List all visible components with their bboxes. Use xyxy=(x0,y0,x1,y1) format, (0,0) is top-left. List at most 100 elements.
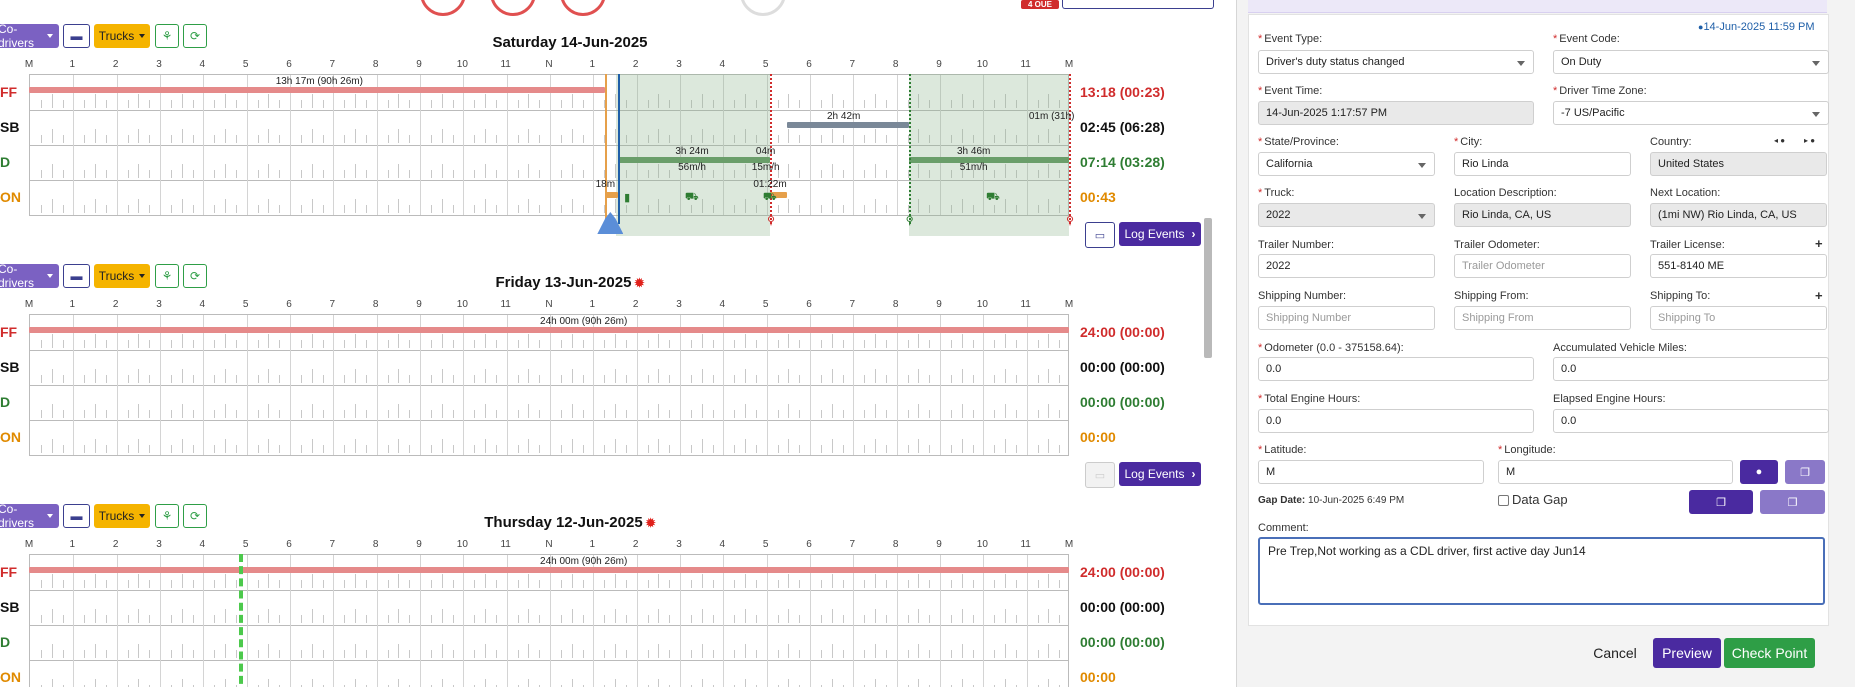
grid-tick xyxy=(528,164,530,178)
copy-from-button[interactable]: ❐ xyxy=(1689,490,1753,514)
grid-tick xyxy=(701,644,703,658)
add-shipping-icon[interactable]: + xyxy=(1815,288,1823,303)
grid-tick xyxy=(1015,580,1017,588)
add-trailer-icon[interactable]: + xyxy=(1815,236,1823,251)
location-description-field[interactable]: Rio Linda, CA, US xyxy=(1454,203,1631,227)
country-field[interactable]: United States xyxy=(1650,152,1827,176)
grid-tick xyxy=(539,135,541,143)
trailer-number-input[interactable]: 2022 xyxy=(1258,254,1435,278)
grid-tick xyxy=(918,404,920,418)
city-input[interactable]: Rio Linda xyxy=(1454,152,1631,176)
grid-tick xyxy=(268,334,270,348)
grid-tick xyxy=(105,410,107,418)
hour-label: 1 xyxy=(589,299,596,310)
grid-tick xyxy=(799,580,801,588)
grid-tick xyxy=(820,410,822,418)
accumulated-miles-input[interactable]: 0.0 xyxy=(1553,357,1829,381)
grid-tick xyxy=(300,100,302,108)
grid-tick xyxy=(604,375,606,383)
key-icon[interactable]: ⚲ xyxy=(1066,214,1074,227)
off-duty-bar[interactable] xyxy=(29,327,1069,333)
grid-tick xyxy=(225,439,226,453)
state-select[interactable]: California xyxy=(1258,152,1435,176)
truck-moving-icon[interactable]: ⛟ xyxy=(763,191,777,205)
scrollbar[interactable] xyxy=(1204,218,1212,358)
engine-hours-input[interactable]: 0.0 xyxy=(1258,409,1534,433)
grid-tick xyxy=(279,615,281,623)
event-time-field[interactable]: 14-Jun-2025 1:17:57 PM xyxy=(1258,101,1534,125)
grid-tick xyxy=(105,615,107,623)
odometer-input[interactable]: 0.0 xyxy=(1258,357,1534,381)
trailer-odometer-input[interactable]: Trailer Odometer xyxy=(1454,254,1631,278)
map-pin-button[interactable]: ● xyxy=(1740,460,1778,484)
grid-tick xyxy=(181,404,183,418)
grid-tick xyxy=(192,615,194,623)
grid-tick xyxy=(51,644,53,658)
off-duty-bar[interactable] xyxy=(29,87,606,93)
truck-moving-icon[interactable]: ⛟ xyxy=(685,191,699,205)
truck-select[interactable]: 2022 xyxy=(1258,203,1435,227)
trailer-license-input[interactable]: 551-8140 ME xyxy=(1650,254,1827,278)
grid-tick xyxy=(138,404,140,418)
grid-tick xyxy=(344,205,346,213)
grid-tick xyxy=(907,650,909,658)
grid-tick xyxy=(311,609,313,623)
event-code-select[interactable]: On Duty xyxy=(1553,50,1829,74)
grid-tick xyxy=(441,94,443,108)
grid-tick xyxy=(528,439,530,453)
data-gap-checkbox[interactable] xyxy=(1498,495,1509,506)
grid-tick xyxy=(647,615,649,623)
key-icon[interactable]: ⚲ xyxy=(767,214,775,227)
next-location-field[interactable]: (1mi NW) Rio Linda, CA, US xyxy=(1650,203,1827,227)
grid-tick xyxy=(647,580,649,588)
grid-tick xyxy=(495,100,497,108)
grid-tick xyxy=(355,164,356,178)
grid-hour-line xyxy=(766,315,768,455)
cancel-button[interactable]: Cancel xyxy=(1589,640,1641,666)
copy-to-button[interactable]: ❐ xyxy=(1760,490,1825,514)
latitude-input[interactable]: M xyxy=(1258,460,1484,484)
grid-tick xyxy=(105,650,107,658)
log-grid[interactable] xyxy=(29,314,1069,456)
shipping-to-input[interactable]: Shipping To xyxy=(1650,306,1827,330)
grid-tick xyxy=(929,650,931,658)
grid-tick xyxy=(149,580,151,588)
grid-tick xyxy=(994,580,996,588)
elapsed-hours-input[interactable]: 0.0 xyxy=(1553,409,1829,433)
grid-tick xyxy=(842,445,844,453)
shipping-from-input[interactable]: Shipping From xyxy=(1454,306,1631,330)
grid-tick xyxy=(441,369,443,383)
check-point-button[interactable]: Check Point xyxy=(1724,638,1815,668)
shipping-number-input[interactable]: Shipping Number xyxy=(1258,306,1435,330)
hour-label: 4 xyxy=(199,299,206,310)
grid-tick xyxy=(311,369,313,383)
event-type-select[interactable]: Driver's duty status changed xyxy=(1258,50,1534,74)
log-grid[interactable] xyxy=(29,554,1069,687)
truck-moving-icon[interactable]: ⛟ xyxy=(986,191,1000,205)
grid-tick xyxy=(615,439,616,453)
hour-label: 7 xyxy=(849,299,856,310)
location-picker-icon[interactable]: ◂ ● xyxy=(1774,136,1785,145)
driving-bar[interactable] xyxy=(908,157,1069,163)
grid-tick xyxy=(105,205,107,213)
hour-label: 9 xyxy=(416,299,422,310)
sleeper-bar[interactable] xyxy=(787,122,909,128)
longitude-input[interactable]: M xyxy=(1498,460,1733,484)
comment-textarea[interactable]: Pre Trep,Not working as a CDL driver, fi… xyxy=(1258,537,1825,605)
camera-icon[interactable]: ▮ xyxy=(624,191,630,204)
grid-tick xyxy=(127,100,129,108)
key-icon[interactable]: ⚲ xyxy=(906,214,914,227)
grid-tick xyxy=(647,410,649,418)
grid-tick xyxy=(138,644,140,658)
grid-tick xyxy=(517,340,519,348)
copy-coordinates-button[interactable]: ❐ xyxy=(1785,460,1825,484)
location-next-icon[interactable]: ▸ ● xyxy=(1804,136,1815,145)
off-duty-bar[interactable] xyxy=(29,567,1069,573)
grid-tick xyxy=(387,340,389,348)
grid-tick xyxy=(485,129,486,143)
driver-timezone-select[interactable]: -7 US/Pacific xyxy=(1553,101,1829,125)
grid-tick xyxy=(365,580,367,588)
grid-tick xyxy=(257,580,259,588)
grid-hour-line xyxy=(1026,555,1028,687)
preview-button[interactable]: Preview xyxy=(1653,638,1721,668)
